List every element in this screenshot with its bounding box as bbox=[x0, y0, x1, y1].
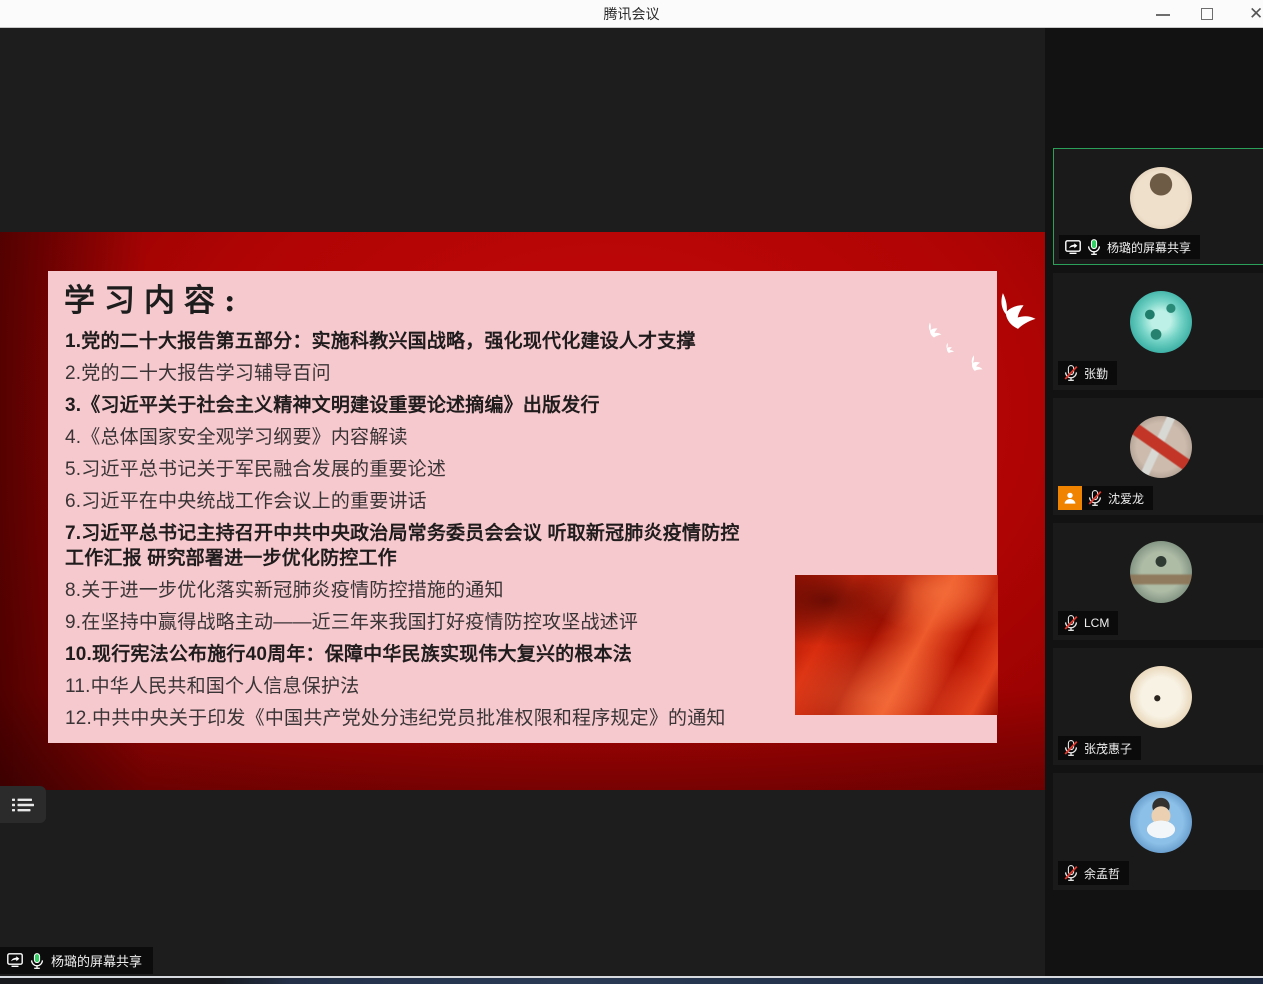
mic-muted-icon bbox=[1064, 740, 1078, 756]
mic-muted-icon bbox=[1088, 490, 1102, 506]
slide-list-item: 7.习近平总书记主持召开中共中央政治局常务委员会会议 听取新冠肺炎疫情防控 工作… bbox=[65, 521, 985, 571]
close-icon: ✕ bbox=[1249, 4, 1263, 24]
slide-list-item: 1.党的二十大报告第五部分：实施科教兴国战略，强化现代化建设人才支撑 bbox=[65, 329, 985, 354]
slide-content-panel: 学习内容: 1.党的二十大报告第五部分：实施科教兴国战略，强化现代化建设人才支撑… bbox=[48, 271, 997, 743]
participant-tile-shenailong[interactable]: 沈爱龙 bbox=[1053, 398, 1263, 515]
participant-name-chip: LCM bbox=[1058, 611, 1118, 635]
slide-list-item: 4.《总体国家安全观学习纲要》内容解读 bbox=[65, 425, 985, 450]
participant-sidebar: 杨璐的屏幕共享 张勤 沈爱龙 LCM bbox=[1045, 28, 1263, 977]
tencent-meeting-window: { "window": { "title": "腾讯会议" }, "slide"… bbox=[0, 0, 1263, 984]
list-icon bbox=[12, 797, 34, 813]
avatar bbox=[1130, 791, 1192, 853]
slide-list-item: 6.习近平在中央统战工作会议上的重要讲话 bbox=[65, 489, 985, 514]
participant-name: 张勤 bbox=[1084, 365, 1108, 382]
minimize-icon bbox=[1156, 14, 1170, 16]
screen-share-icon bbox=[7, 953, 23, 968]
screen-share-status-chip: 杨璐的屏幕共享 bbox=[0, 947, 153, 974]
member-badge-icon bbox=[1058, 486, 1082, 510]
participant-name-chip: 杨璐的屏幕共享 bbox=[1059, 235, 1200, 259]
participant-name: 杨璐的屏幕共享 bbox=[1107, 239, 1191, 256]
avatar bbox=[1130, 541, 1192, 603]
mic-on-icon bbox=[1087, 239, 1101, 255]
participant-name-chip: 沈爱龙 bbox=[1058, 486, 1153, 510]
participant-name: LCM bbox=[1084, 616, 1109, 630]
participant-tile-lcm[interactable]: LCM bbox=[1053, 523, 1263, 640]
member-list-toggle-button[interactable] bbox=[0, 786, 46, 823]
occluded-window-edge bbox=[0, 976, 1263, 984]
participant-tile-zhangmaohuizi[interactable]: 张茂惠子 bbox=[1053, 648, 1263, 765]
maximize-button[interactable] bbox=[1192, 0, 1222, 27]
participant-name: 余孟哲 bbox=[1084, 865, 1120, 882]
participant-name-chip: 张勤 bbox=[1058, 361, 1117, 385]
participant-name: 张茂惠子 bbox=[1084, 740, 1132, 757]
avatar bbox=[1130, 416, 1192, 478]
mic-muted-icon bbox=[1064, 365, 1078, 381]
mic-muted-icon bbox=[1064, 615, 1078, 631]
slide-title: 学习内容: bbox=[64, 275, 244, 320]
participant-tile-zhangqin[interactable]: 张勤 bbox=[1053, 273, 1263, 390]
mic-on-icon bbox=[30, 953, 44, 969]
slide-list-item: 2.党的二十大报告学习辅导百问 bbox=[65, 361, 985, 386]
avatar bbox=[1130, 666, 1192, 728]
participant-name-chip: 张茂惠子 bbox=[1058, 736, 1141, 760]
close-button[interactable]: ✕ bbox=[1242, 0, 1263, 27]
maximize-icon bbox=[1201, 8, 1213, 20]
minimize-button[interactable] bbox=[1148, 0, 1178, 27]
mic-muted-icon bbox=[1064, 865, 1078, 881]
slide-list-item: 3.《习近平关于社会主义精神文明建设重要论述摘编》出版发行 bbox=[65, 393, 985, 418]
participant-name: 沈爱龙 bbox=[1108, 490, 1144, 507]
titlebar: 腾讯会议 ✕ bbox=[0, 0, 1263, 28]
avatar bbox=[1130, 167, 1192, 229]
red-silk-image bbox=[795, 575, 998, 715]
slide-list-item: 5.习近平总书记关于军民融合发展的重要论述 bbox=[65, 457, 985, 482]
participant-tile-yumengzhe[interactable]: 余孟哲 bbox=[1053, 773, 1263, 890]
screen-share-icon bbox=[1065, 240, 1081, 255]
participant-tile-yanglu[interactable]: 杨璐的屏幕共享 bbox=[1053, 148, 1263, 265]
window-title: 腾讯会议 bbox=[604, 4, 660, 24]
avatar bbox=[1130, 291, 1192, 353]
shared-slide: 学习内容: 1.党的二十大报告第五部分：实施科教兴国战略，强化现代化建设人才支撑… bbox=[0, 232, 1045, 790]
share-status-label: 杨璐的屏幕共享 bbox=[51, 951, 142, 970]
participant-name-chip: 余孟哲 bbox=[1058, 861, 1129, 885]
